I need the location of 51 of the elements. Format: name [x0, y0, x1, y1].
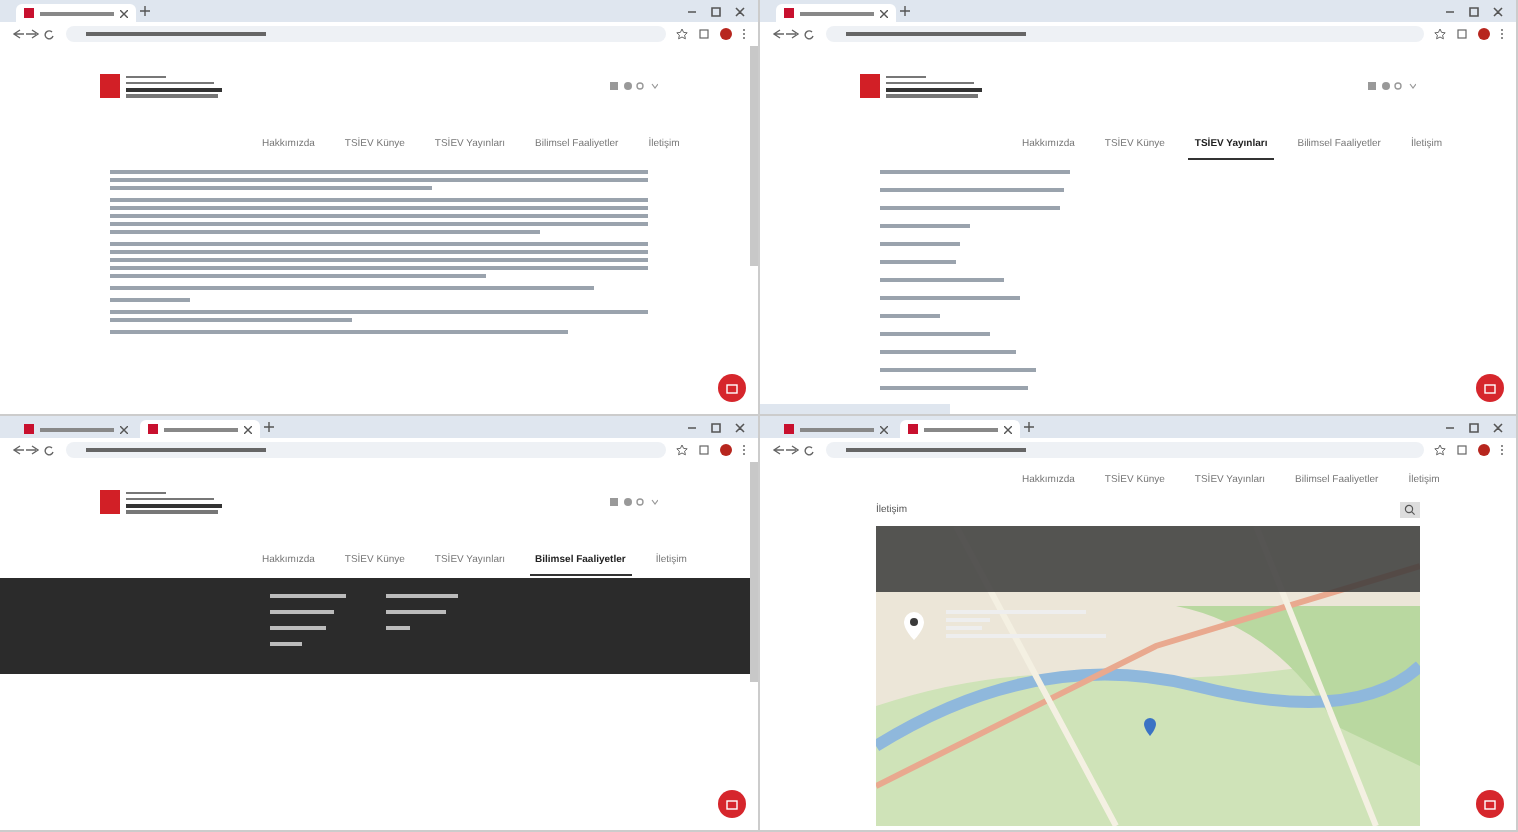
chat-button[interactable]	[718, 374, 746, 402]
header-icons	[1368, 81, 1416, 91]
address-bar[interactable]	[66, 26, 666, 42]
window-controls-icon[interactable]	[686, 421, 746, 433]
browser-tab[interactable]	[16, 4, 136, 22]
bookmark-star-icon[interactable]	[1434, 28, 1446, 40]
chat-icon[interactable]	[726, 383, 738, 393]
navigation-arrows-icon[interactable]	[772, 28, 816, 40]
chat-icon[interactable]	[1484, 383, 1496, 393]
search-button[interactable]	[1400, 502, 1420, 518]
new-tab-icon[interactable]	[900, 6, 910, 16]
address-bar[interactable]	[826, 442, 1424, 458]
header-icons	[610, 497, 658, 507]
navigation-arrows-icon[interactable]	[12, 28, 56, 40]
new-tab-icon[interactable]	[140, 6, 150, 16]
bookmark-star-icon[interactable]	[676, 28, 688, 40]
new-tab-icon[interactable]	[264, 422, 274, 432]
window-controls-icon[interactable]	[686, 5, 746, 17]
close-icon[interactable]	[244, 425, 252, 433]
bookmark-star-icon[interactable]	[1434, 444, 1446, 456]
site-logo	[860, 74, 982, 98]
address-bar[interactable]	[826, 26, 1424, 42]
close-icon[interactable]	[1004, 425, 1012, 433]
navigation-arrows-icon[interactable]	[772, 444, 816, 456]
chat-button[interactable]	[1476, 374, 1504, 402]
chat-button[interactable]	[1476, 790, 1504, 818]
bookmark-star-icon[interactable]	[676, 444, 688, 456]
location-pin-icon	[904, 612, 924, 640]
browser-tab[interactable]	[140, 420, 260, 438]
chat-icon[interactable]	[726, 799, 738, 809]
site-logo	[100, 490, 222, 514]
address-bar[interactable]	[66, 442, 666, 458]
chat-icon[interactable]	[1484, 799, 1496, 809]
chat-button[interactable]	[718, 790, 746, 818]
close-icon[interactable]	[880, 425, 888, 433]
map-marker-icon	[1144, 718, 1156, 736]
window-controls-icon[interactable]	[1444, 5, 1504, 17]
browser-tab[interactable]	[776, 4, 896, 22]
profile-avatar[interactable]	[720, 28, 732, 40]
new-tab-icon[interactable]	[1024, 422, 1034, 432]
window-controls-icon[interactable]	[1444, 421, 1504, 433]
profile-avatar[interactable]	[1478, 444, 1490, 456]
browser-tab[interactable]	[900, 420, 1020, 438]
profile-avatar[interactable]	[720, 444, 732, 456]
navigation-arrows-icon[interactable]	[12, 444, 56, 456]
profile-avatar[interactable]	[1478, 28, 1490, 40]
close-icon[interactable]	[880, 9, 888, 17]
close-icon[interactable]	[120, 425, 128, 433]
header-icons	[610, 81, 658, 91]
site-logo	[100, 74, 222, 98]
close-icon[interactable]	[120, 9, 128, 17]
